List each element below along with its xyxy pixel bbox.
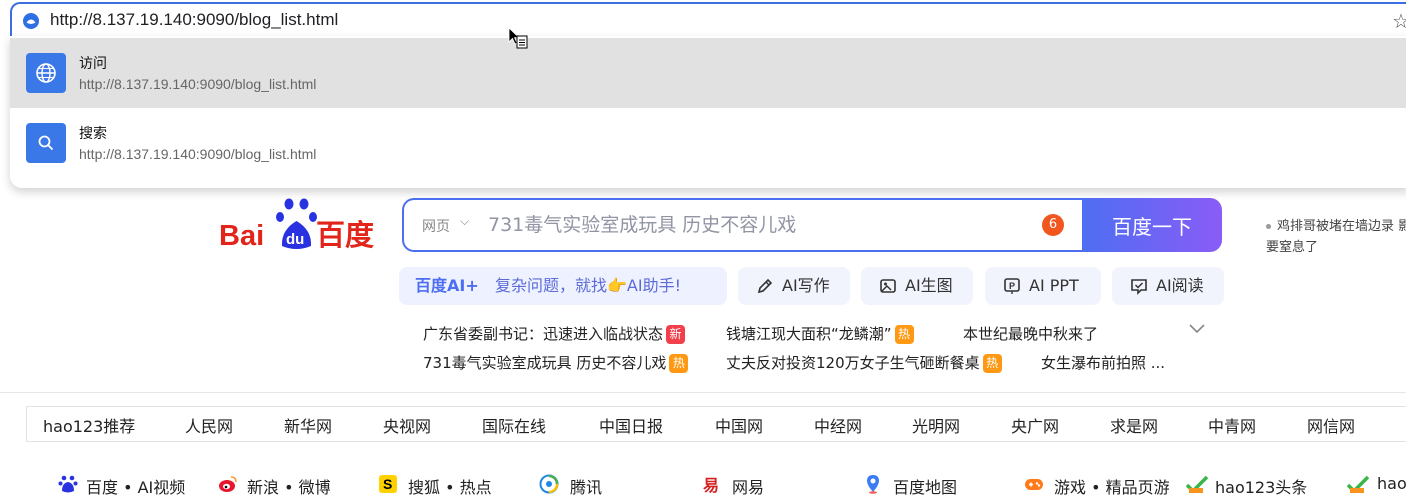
netease-icon: 易	[703, 476, 719, 494]
hot-search-item[interactable]: 钱塘江现大面积“龙鳞潮” 热	[726, 323, 914, 344]
gamepad-icon	[1025, 479, 1043, 490]
address-bar[interactable]: http://8.137.19.140:9090/blog_list.html …	[10, 2, 1406, 38]
svg-text:易: 易	[703, 476, 719, 494]
ai-read-label: AI阅读	[1156, 276, 1204, 295]
hao123-icon	[1185, 475, 1209, 494]
nav-link[interactable]: 光明网	[912, 413, 960, 437]
ai-brand-label: 百度AI+	[415, 276, 479, 295]
hot-search-item[interactable]: 本世纪最晚中秋来了	[963, 323, 1098, 344]
notification-badge[interactable]: 6	[1042, 214, 1064, 236]
hot-tag-badge: 热	[982, 354, 1002, 373]
nav-link[interactable]: 中青网	[1208, 413, 1256, 437]
search-box[interactable]: 网页 ⌵ 6	[402, 198, 1084, 252]
nav-link[interactable]: 央视网	[383, 413, 431, 437]
nav-link[interactable]: 新华网	[284, 413, 332, 437]
chevron-down-icon[interactable]: ⌵	[460, 214, 469, 229]
svg-text:Bai: Bai	[219, 220, 264, 252]
hao123-icon	[1346, 475, 1370, 494]
ai-ppt-button[interactable]: P AI PPT	[985, 267, 1101, 305]
ai-ppt-label: AI PPT	[1029, 276, 1079, 295]
bookmark-star-icon[interactable]: ☆	[1392, 9, 1406, 33]
image-icon	[880, 279, 896, 293]
omnibox-suggestion-title: 访问	[79, 56, 107, 72]
hot-tag-badge: 热	[894, 325, 914, 344]
globe-icon	[26, 53, 66, 93]
copy-cursor-icon	[508, 27, 528, 49]
weibo-icon	[219, 476, 237, 492]
side-news-text: 鸡排哥被堵在墙边录 影：要窒息了	[1266, 219, 1406, 255]
sohu-icon: S	[379, 475, 397, 493]
favorite-link[interactable]: 搜狐 • 热点	[408, 474, 492, 498]
qq-icon	[539, 474, 559, 494]
nav-link[interactable]: 中经网	[814, 413, 862, 437]
hot-search-text: 丈夫反对投资120万女子生气砸断餐桌	[726, 354, 980, 372]
new-tag-badge: 新	[666, 325, 686, 344]
address-url-text[interactable]: http://8.137.19.140:9090/blog_list.html	[50, 10, 338, 30]
baidu-paw-icon	[58, 475, 78, 493]
omnibox-suggestion-title: 搜索	[79, 126, 107, 142]
hot-search-item[interactable]: 731毒气实验室成玩具 历史不容儿戏热	[423, 352, 689, 373]
hot-search-text: 钱塘江现大面积“龙鳞潮”	[726, 325, 892, 343]
nav-link[interactable]: 中国日报	[599, 413, 663, 437]
hot-search-text: 女生瀑布前拍照 ...	[1041, 354, 1166, 372]
favorite-link[interactable]: 网易	[732, 474, 764, 498]
favorite-link[interactable]: hao	[1377, 474, 1406, 493]
favorite-link[interactable]: 游戏 • 精品页游	[1054, 474, 1170, 498]
ai-write-button[interactable]: AI写作	[738, 267, 850, 305]
ppt-icon: P	[1004, 278, 1020, 294]
nav-link[interactable]: 中国网	[715, 413, 763, 437]
ai-image-button[interactable]: AI生图	[861, 267, 973, 305]
hot-search-text: 广东省委副书记：迅速进入临战状态	[423, 325, 664, 343]
hot-search-item[interactable]: 女生瀑布前拍照 ...	[1041, 352, 1165, 373]
ai-prompt-text: 复杂问题，就找👉AI助手!	[495, 276, 682, 295]
omnibox-suggestion-search[interactable]: 搜索 http://8.137.19.140:9090/blog_list.ht…	[10, 108, 1406, 178]
svg-text:du: du	[286, 231, 304, 248]
omnibox-suggestion-url: http://8.137.19.140:9090/blog_list.html	[79, 76, 317, 92]
nav-link[interactable]: 网信网	[1307, 413, 1355, 437]
favorite-link[interactable]: 新浪 • 微博	[247, 474, 331, 498]
svg-text:P: P	[1009, 281, 1015, 291]
chevron-down-icon[interactable]	[1189, 323, 1205, 335]
hot-search-item[interactable]: 丈夫反对投资120万女子生气砸断餐桌热	[726, 352, 1002, 373]
hot-search-text: 本世纪最晚中秋来了	[963, 325, 1099, 343]
nav-link[interactable]: 求是网	[1110, 413, 1158, 437]
ai-write-label: AI写作	[782, 276, 830, 295]
nav-link[interactable]: 人民网	[185, 413, 233, 437]
svg-text:S: S	[383, 476, 392, 492]
favorite-link[interactable]: hao123头条	[1215, 474, 1307, 498]
favorite-link[interactable]: 百度地图	[893, 474, 957, 498]
omnibox-suggestion-visit[interactable]: 访问 http://8.137.19.140:9090/blog_list.ht…	[10, 38, 1406, 108]
nav-link[interactable]: 国际在线	[482, 413, 546, 437]
search-input[interactable]	[488, 212, 1008, 238]
pen-icon	[757, 278, 773, 294]
ai-assistant-chip[interactable]: 百度AI+ 复杂问题，就找👉AI助手!	[399, 267, 727, 305]
site-info-icon[interactable]	[22, 12, 40, 30]
search-button[interactable]: 百度一下	[1082, 198, 1222, 252]
map-pin-icon	[867, 475, 879, 494]
hot-search-text: 731毒气实验室成玩具 历史不容儿戏	[423, 354, 667, 372]
baidu-logo[interactable]: Bai du 百度	[218, 196, 384, 254]
nav-link[interactable]: hao123推荐	[43, 413, 135, 437]
bullet-icon	[1266, 224, 1271, 229]
section-divider	[0, 392, 1406, 393]
ai-image-label: AI生图	[905, 276, 953, 295]
search-icon	[26, 123, 66, 163]
favorite-link[interactable]: 腾讯	[570, 474, 602, 498]
ai-read-button[interactable]: AI阅读	[1112, 267, 1224, 305]
omnibox-suggestion-url: http://8.137.19.140:9090/blog_list.html	[79, 146, 317, 162]
site-nav-bar: hao123推荐 人民网 新华网 央视网 国际在线 中国日报 中国网 中经网 光…	[26, 406, 1406, 442]
svg-text:百度: 百度	[316, 218, 374, 252]
search-scope-label[interactable]: 网页	[422, 216, 450, 236]
hot-tag-badge: 热	[669, 354, 689, 373]
hot-search-item[interactable]: 广东省委副书记：迅速进入临战状态新	[423, 323, 686, 344]
read-icon	[1131, 279, 1147, 295]
side-news-item[interactable]: 鸡排哥被堵在墙边录 影：要窒息了	[1266, 216, 1406, 258]
favorite-link[interactable]: 百度 • AI视频	[86, 474, 185, 498]
omnibox-dropdown: 访问 http://8.137.19.140:9090/blog_list.ht…	[10, 36, 1406, 188]
nav-link[interactable]: 央广网	[1011, 413, 1059, 437]
